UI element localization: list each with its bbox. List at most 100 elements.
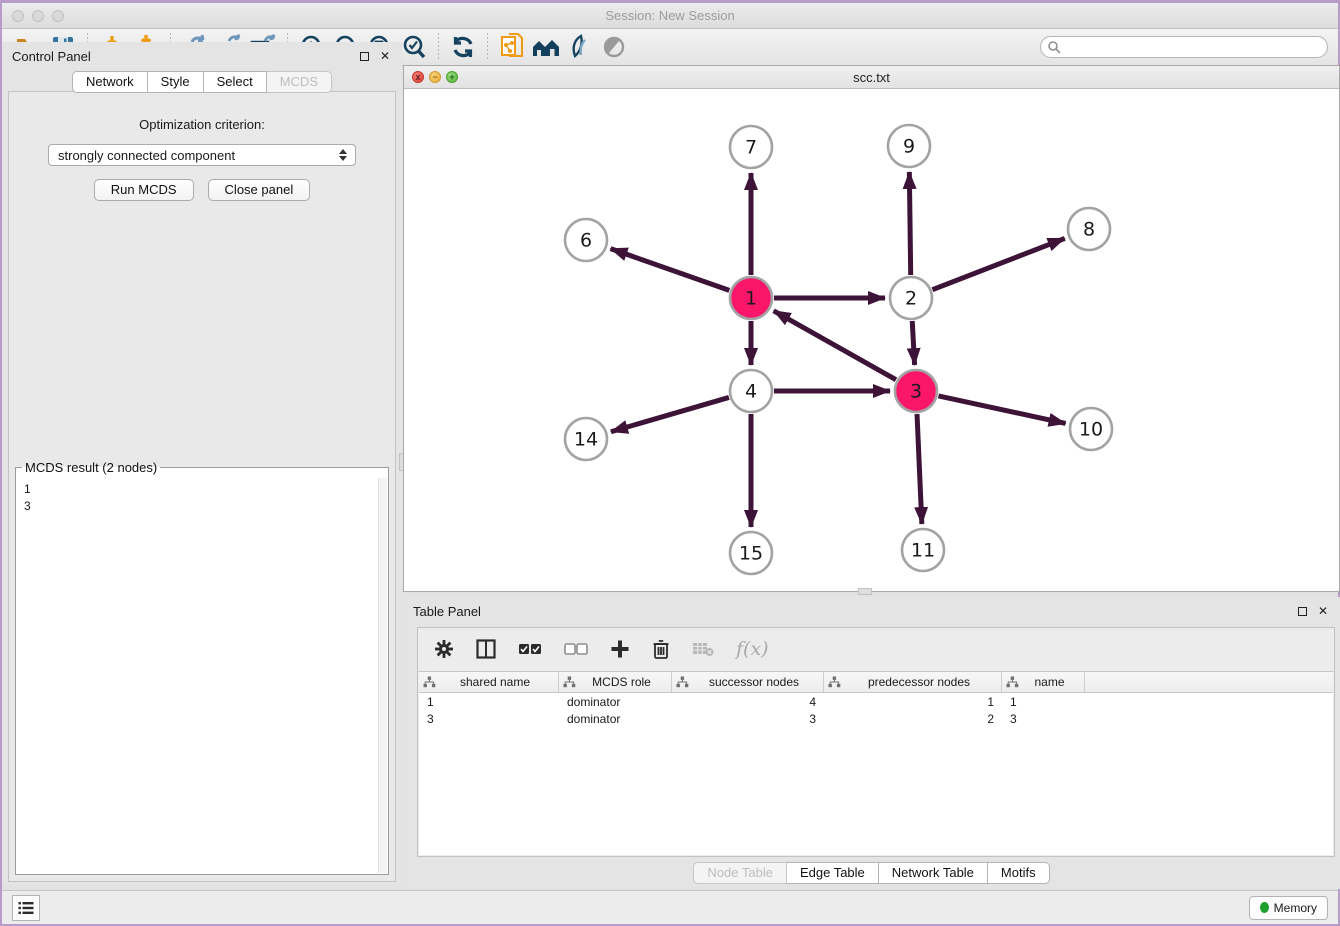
- graph-node-label: 3: [910, 381, 922, 403]
- mcds-result-title: MCDS result (2 nodes): [22, 460, 160, 475]
- table-cell: dominator: [559, 695, 672, 709]
- graph-edge-4-14[interactable]: [611, 397, 729, 431]
- close-icon: ✕: [1318, 604, 1328, 618]
- create-column-button[interactable]: [610, 639, 630, 659]
- memory-label: Memory: [1274, 901, 1317, 915]
- zoom-selected-button[interactable]: [397, 32, 431, 62]
- table-cell: 1: [824, 695, 1002, 709]
- tab-motifs[interactable]: Motifs: [988, 862, 1050, 884]
- run-mcds-button[interactable]: Run MCDS: [94, 179, 194, 201]
- graph-node-label: 14: [574, 429, 598, 451]
- select-all-button[interactable]: [518, 642, 542, 656]
- control-panel-title: Control Panel: [12, 49, 350, 64]
- graph-node-label: 11: [911, 540, 935, 562]
- graph-node-10[interactable]: 10: [1070, 408, 1112, 450]
- graph-node-8[interactable]: 8: [1068, 208, 1110, 250]
- graph-node-9[interactable]: 9: [888, 125, 930, 167]
- function-builder-button: f(x): [736, 638, 769, 660]
- toolbar-separator: [438, 33, 439, 61]
- tab-network-table[interactable]: Network Table: [879, 862, 988, 884]
- graph-node-14[interactable]: 14: [565, 418, 607, 460]
- column-header-successor-nodes[interactable]: successor nodes: [672, 672, 824, 692]
- graph-edge-3-11[interactable]: [917, 414, 922, 524]
- graph-node-6[interactable]: 6: [565, 219, 607, 261]
- task-list-icon: [18, 901, 34, 915]
- checked-boxes-icon: [518, 642, 542, 656]
- close-panel-button[interactable]: ✕: [378, 49, 392, 63]
- duplicate-network-icon: [500, 33, 524, 61]
- graph-node-2[interactable]: 2: [890, 277, 932, 319]
- close-mcds-panel-button[interactable]: Close panel: [208, 179, 311, 201]
- mcds-result-list[interactable]: 1 3: [16, 477, 388, 874]
- delete-column-button[interactable]: [652, 639, 670, 660]
- window-titlebar: Session: New Session: [2, 3, 1338, 29]
- table-panel-header: Table Panel ✕: [403, 597, 1340, 625]
- graph-node-3[interactable]: 3: [895, 370, 937, 412]
- table-cell: 3: [672, 712, 824, 726]
- graph-edge-2-9[interactable]: [909, 172, 910, 275]
- delete-table-icon: [692, 641, 714, 657]
- graph-edge-3-10[interactable]: [938, 396, 1065, 424]
- zoom-selected-icon: [401, 34, 427, 60]
- optimization-criterion-select[interactable]: strongly connected component: [48, 144, 356, 166]
- float-table-panel-button[interactable]: [1295, 604, 1309, 618]
- graph-node-15[interactable]: 15: [730, 532, 772, 574]
- optimization-criterion-label: Optimization criterion:: [9, 117, 395, 132]
- table-header-row: shared nameMCDS rolesuccessor nodesprede…: [419, 672, 1333, 693]
- table-row[interactable]: 1dominator411: [419, 693, 1333, 710]
- column-header-MCDS-role[interactable]: MCDS role: [559, 672, 672, 692]
- first-neighbors-button[interactable]: [529, 32, 563, 62]
- annotation-mode-button[interactable]: [563, 32, 597, 62]
- graph-node-label: 9: [903, 136, 915, 158]
- result-scrollbar[interactable]: [378, 478, 387, 873]
- graph-node-label: 8: [1083, 219, 1095, 241]
- graph-node-label: 2: [905, 288, 917, 310]
- search-field[interactable]: [1040, 36, 1328, 58]
- task-history-button[interactable]: [12, 895, 40, 921]
- float-icon: [1298, 607, 1307, 616]
- plus-icon: [610, 639, 630, 659]
- deselect-all-button[interactable]: [564, 642, 588, 656]
- table-panel-title: Table Panel: [413, 604, 1288, 619]
- memory-button[interactable]: Memory: [1249, 896, 1328, 920]
- delete-table-button: [692, 641, 714, 657]
- graph-node-label: 7: [745, 137, 757, 159]
- duplicate-network-button[interactable]: [495, 32, 529, 62]
- table-row[interactable]: 3dominator323: [419, 710, 1333, 727]
- graph-edge-2-8[interactable]: [932, 238, 1064, 289]
- table-cell: dominator: [559, 712, 672, 726]
- tab-edge-table[interactable]: Edge Table: [787, 862, 879, 884]
- graph-node-4[interactable]: 4: [730, 370, 772, 412]
- graph-node-label: 15: [739, 543, 763, 565]
- search-icon: [1047, 40, 1061, 54]
- table-toolbar: f(x): [418, 628, 1334, 670]
- column-header-name[interactable]: name: [1002, 672, 1085, 692]
- column-header-predecessor-nodes[interactable]: predecessor nodes: [824, 672, 1002, 692]
- mcds-panel: Optimization criterion: strongly connect…: [8, 91, 396, 882]
- network-canvas[interactable]: 7 9 6 8 1 2 4 3 14 10 15 11: [404, 89, 1339, 591]
- close-table-panel-button[interactable]: ✕: [1316, 604, 1330, 618]
- show-column-button[interactable]: [476, 639, 496, 659]
- tab-select[interactable]: Select: [204, 71, 267, 93]
- graph-edge-3-1[interactable]: [774, 311, 896, 380]
- column-header-shared-name[interactable]: shared name: [419, 672, 559, 692]
- tab-node-table[interactable]: Node Table: [693, 862, 787, 884]
- refresh-layout-button[interactable]: [446, 32, 480, 62]
- hide-selected-button[interactable]: [597, 32, 631, 62]
- split-handle-horizontal[interactable]: [858, 588, 872, 595]
- tab-mcds[interactable]: MCDS: [267, 71, 332, 93]
- tab-network[interactable]: Network: [72, 71, 148, 93]
- attribute-type-icon: [563, 676, 576, 688]
- graph-node-11[interactable]: 11: [902, 529, 944, 571]
- table-settings-button[interactable]: [434, 639, 454, 659]
- graph-node-1[interactable]: 1: [730, 277, 772, 319]
- mcds-result-box: MCDS result (2 nodes) 1 3: [15, 460, 389, 875]
- tab-style[interactable]: Style: [148, 71, 204, 93]
- graph-edge-1-6[interactable]: [611, 249, 730, 291]
- float-panel-button[interactable]: [357, 49, 371, 63]
- columns-icon: [476, 639, 496, 659]
- graph-node-7[interactable]: 7: [730, 126, 772, 168]
- attribute-type-icon: [676, 676, 689, 688]
- graph-edge-2-3[interactable]: [912, 321, 914, 365]
- graph-node-label: 10: [1079, 419, 1103, 441]
